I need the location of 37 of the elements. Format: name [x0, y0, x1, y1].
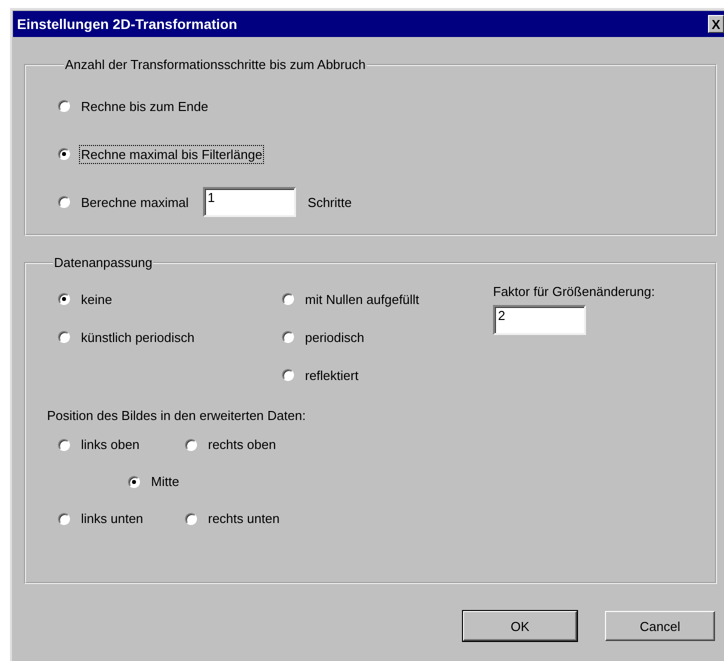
unit-label: Schritte [308, 194, 352, 210]
cancel-button[interactable]: Cancel [605, 611, 715, 641]
radio-button[interactable] [282, 293, 294, 305]
steps-field[interactable]: 1 [202, 187, 296, 217]
option-label: links oben [80, 436, 141, 454]
radio-button[interactable] [58, 196, 70, 208]
option-label: Rechne bis zum Ende [80, 98, 210, 116]
radio-button[interactable] [58, 331, 70, 343]
radio-button[interactable] [282, 369, 294, 381]
option-label: künstlich periodisch [80, 328, 196, 346]
option-label: Mitte [150, 473, 180, 491]
option-label: Berechne maximal [80, 194, 190, 212]
option-label: reflektiert [304, 366, 360, 384]
option-label: keine [80, 290, 114, 308]
option-label: rechts unten [207, 510, 281, 528]
group-title: Datenanpassung [53, 255, 154, 270]
option-label: rechts oben [207, 436, 277, 454]
option-label: Rechne maximal bis Filterlänge [79, 144, 264, 164]
factor-label: Faktor für Größenänderung: [493, 284, 655, 299]
window-title: Einstellungen 2D-Transformation [17, 16, 238, 32]
radio-button[interactable] [58, 100, 70, 112]
radio-button[interactable] [185, 438, 197, 450]
position-label: Position des Bildes in den erweiterten Daten: [47, 408, 306, 422]
factor-field[interactable]: 2 [493, 305, 586, 335]
ok-button[interactable]: OK [463, 611, 577, 641]
group-title: Anzahl der Transformationsschritte bis zum Abbruch [64, 57, 367, 72]
radio-button[interactable] [185, 512, 197, 524]
radio-button[interactable] [282, 331, 294, 343]
option-label: periodisch [304, 328, 366, 346]
radio-button[interactable] [58, 293, 70, 305]
option-label: links unten [80, 510, 144, 528]
close-button[interactable]: X [708, 15, 724, 33]
radio-button[interactable] [128, 476, 140, 488]
radio-button[interactable] [58, 148, 70, 160]
radio-button[interactable] [58, 438, 70, 450]
option-label: mit Nullen aufgefüllt [304, 290, 420, 308]
radio-button[interactable] [58, 512, 70, 524]
